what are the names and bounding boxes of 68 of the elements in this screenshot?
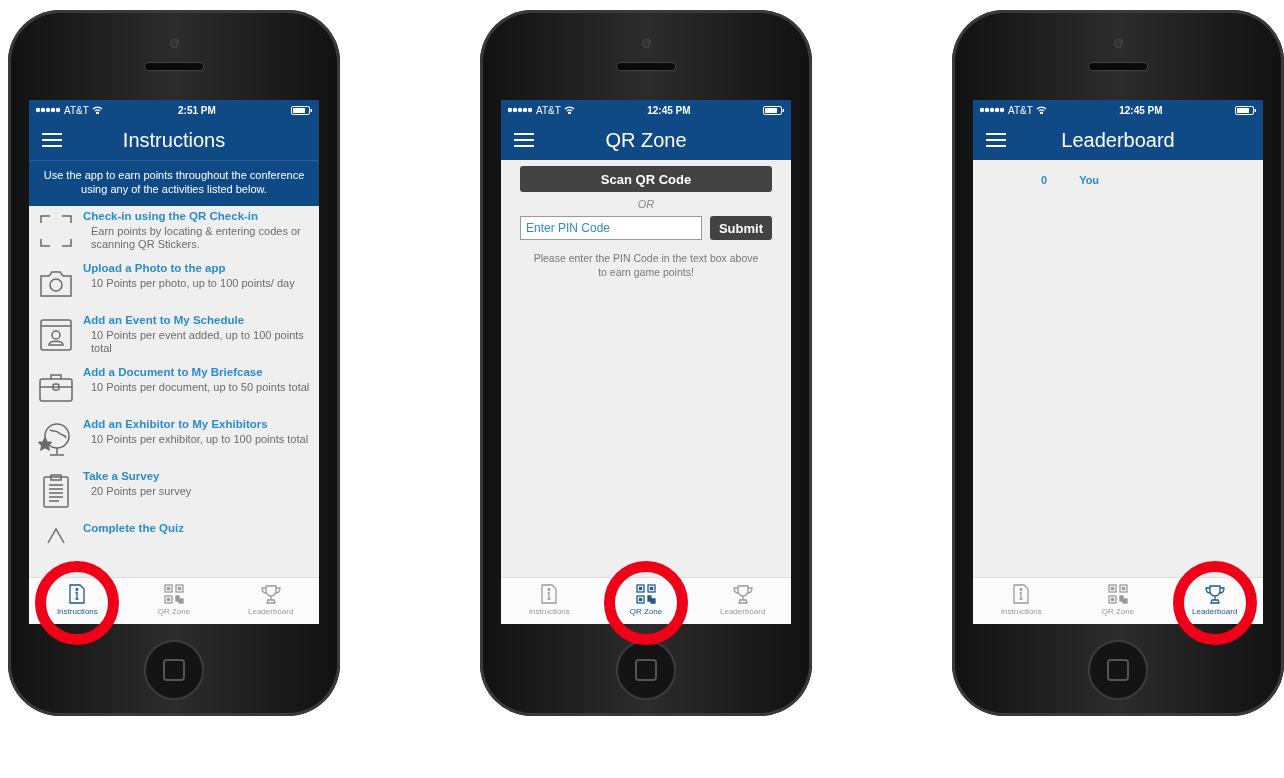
tab[interactable]: Leaderboard bbox=[1190, 578, 1240, 624]
info-icon bbox=[68, 584, 87, 604]
tab[interactable]: Instructions bbox=[526, 578, 572, 624]
signal-icon bbox=[979, 107, 1005, 113]
battery-icon bbox=[763, 105, 785, 115]
screen-title: Leaderboard bbox=[1060, 128, 1176, 152]
activity-title[interactable]: Add an Event to My Schedule bbox=[83, 313, 313, 326]
status-time: 2:51 PM bbox=[178, 104, 216, 116]
wifi-icon bbox=[563, 106, 575, 114]
speaker-slot bbox=[616, 62, 676, 71]
qr-code-icon bbox=[164, 584, 184, 604]
scan-frame-icon bbox=[38, 212, 74, 249]
carrier-label: AT&T bbox=[1008, 104, 1033, 116]
calendar-person-icon bbox=[38, 316, 74, 353]
speaker-slot bbox=[1088, 62, 1148, 71]
signal-icon bbox=[507, 107, 533, 113]
camera-lens bbox=[169, 39, 179, 48]
trophy-icon bbox=[732, 584, 753, 604]
activity-description: 20 Points per survey bbox=[90, 484, 193, 499]
menu-icon[interactable] bbox=[41, 132, 63, 148]
menu-icon[interactable] bbox=[985, 132, 1007, 148]
activity-title[interactable]: Add an Exhibitor to My Exhibitors bbox=[83, 417, 313, 430]
info-icon bbox=[1012, 584, 1031, 604]
info-icon bbox=[540, 584, 559, 604]
scan-qr-button[interactable]: Scan QR Code bbox=[520, 166, 772, 192]
activity-description: 10 Points per document, up to 50 points total bbox=[90, 380, 311, 395]
tab[interactable]: Leaderboard bbox=[718, 578, 768, 624]
carrier-label: AT&T bbox=[536, 104, 561, 116]
status-time: 12:45 PM bbox=[647, 104, 691, 116]
activity-title[interactable]: Upload a Photo to the app bbox=[83, 261, 313, 274]
activity-description: 10 Points per exhibitor, up to 100 points total bbox=[90, 432, 310, 447]
screen-title: Instructions bbox=[121, 128, 227, 152]
battery-icon bbox=[291, 105, 313, 115]
speaker-slot bbox=[144, 62, 204, 71]
wifi-icon bbox=[1035, 106, 1047, 114]
status-time: 12:45 PM bbox=[1119, 104, 1163, 116]
screen-title: QR Zone bbox=[604, 128, 688, 152]
camera-lens bbox=[1113, 39, 1123, 48]
name-cell: You bbox=[1079, 174, 1100, 186]
hint-text: Please enter the PIN Code in the text box above to earn game points! bbox=[532, 252, 760, 280]
qr-code-icon bbox=[1108, 584, 1128, 604]
battery-icon bbox=[1235, 105, 1257, 115]
activity-description: 10 Points per event added, up to 100 points total bbox=[90, 328, 305, 357]
score-cell: 0 bbox=[1041, 174, 1048, 186]
tab[interactable]: Instructions bbox=[54, 578, 100, 624]
activity-description: 10 Points per photo, up to 100 points/ day bbox=[90, 276, 296, 291]
activity-title[interactable]: Check-in using the QR Check-in bbox=[83, 209, 313, 222]
tab[interactable]: QR Zone bbox=[155, 578, 193, 624]
tab[interactable]: Instructions bbox=[998, 578, 1044, 624]
trophy-icon bbox=[1204, 584, 1225, 604]
camera-lens bbox=[641, 39, 651, 48]
carrier-label: AT&T bbox=[64, 104, 89, 116]
pin-input-field[interactable]: Enter PIN Code bbox=[520, 216, 702, 240]
activity-title[interactable]: Add a Document to My Briefcase bbox=[83, 365, 313, 378]
activity-title[interactable]: Complete the Quiz bbox=[83, 521, 313, 534]
menu-icon[interactable] bbox=[513, 132, 535, 148]
intro-text: Use the app to earn points throughout the conference using any of the activities listed below. bbox=[29, 160, 319, 206]
tab[interactable]: QR Zone bbox=[627, 578, 665, 624]
activity-title[interactable]: Take a Survey bbox=[83, 469, 313, 482]
qr-code-icon bbox=[636, 584, 656, 604]
tab[interactable]: QR Zone bbox=[1099, 578, 1137, 624]
or-label: OR bbox=[637, 198, 655, 210]
trophy-icon bbox=[260, 584, 281, 604]
submit-button[interactable]: Submit bbox=[709, 216, 772, 240]
wifi-icon bbox=[91, 106, 103, 114]
signal-icon bbox=[35, 107, 61, 113]
activity-description: Earn points by locating & entering codes or scanning QR Stickers. bbox=[90, 224, 302, 253]
tab[interactable]: Leaderboard bbox=[246, 578, 296, 624]
